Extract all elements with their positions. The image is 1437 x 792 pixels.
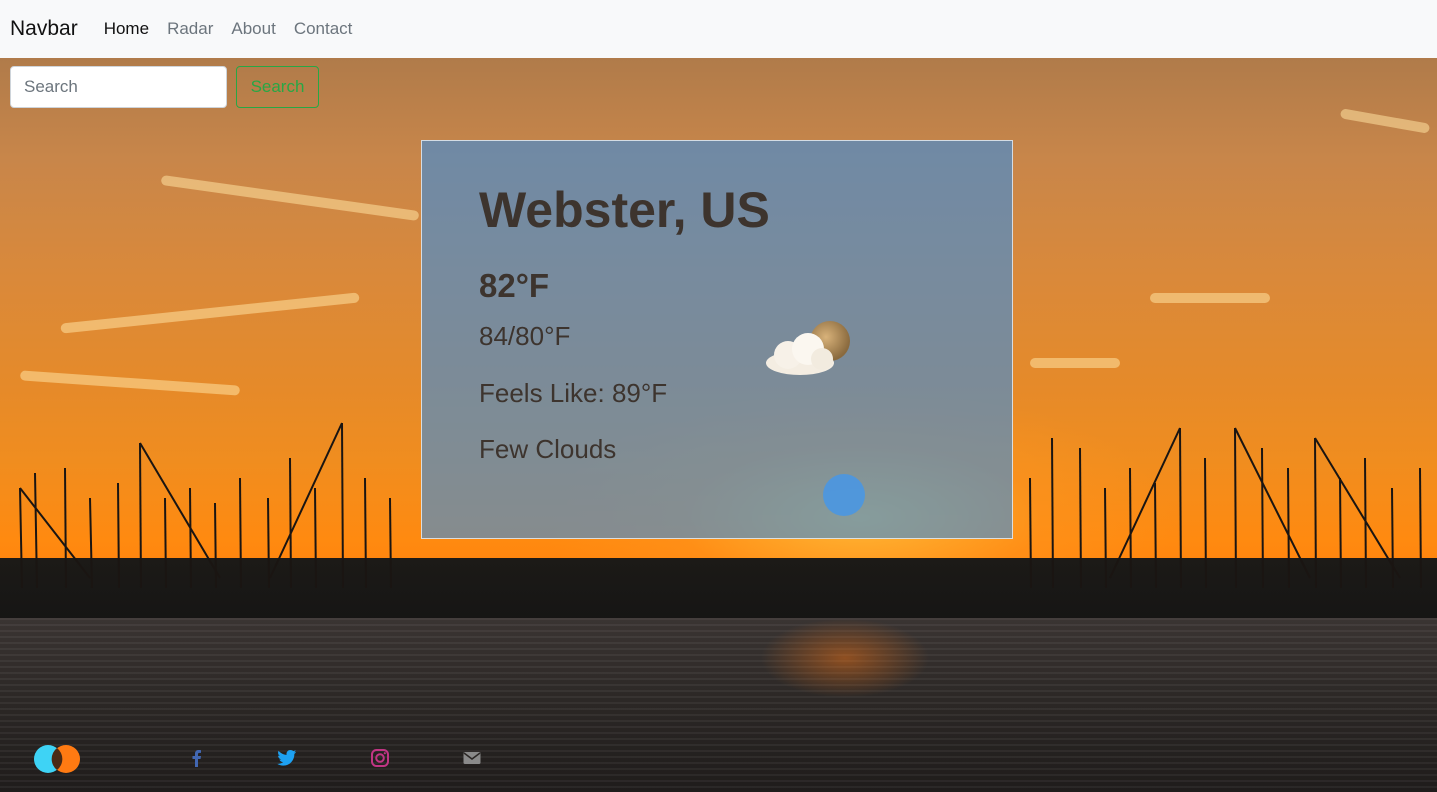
temperature-range: 84/80°F [479,321,571,351]
nav-link-radar[interactable]: Radar [167,19,213,39]
nav-link-contact[interactable]: Contact [294,19,353,39]
nav-link-home[interactable]: Home [104,19,149,39]
facebook-icon[interactable] [187,748,207,768]
footer [0,735,1437,780]
navbar-brand[interactable]: Navbar [10,17,78,41]
envelope-icon[interactable] [462,748,482,768]
search-input[interactable] [10,66,227,108]
nav-link-about[interactable]: About [231,19,275,39]
weather-card: Webster, US 82°F 84/80°F Feels Like: 89°… [421,140,1013,539]
instagram-icon[interactable] [370,748,390,768]
weather-description: Few Clouds [479,434,617,464]
overlapping-circles-logo[interactable] [33,743,81,775]
few-clouds-icon [766,321,850,375]
navbar: Navbar Home Radar About Contact [0,0,1437,58]
feels-like: Feels Like: 89°F [479,378,668,408]
current-temperature: 82°F [479,267,550,304]
search-button[interactable]: Search [236,66,319,108]
city-name: Webster, US [479,182,770,238]
twitter-icon[interactable] [277,748,297,768]
blue-dot [823,474,865,516]
